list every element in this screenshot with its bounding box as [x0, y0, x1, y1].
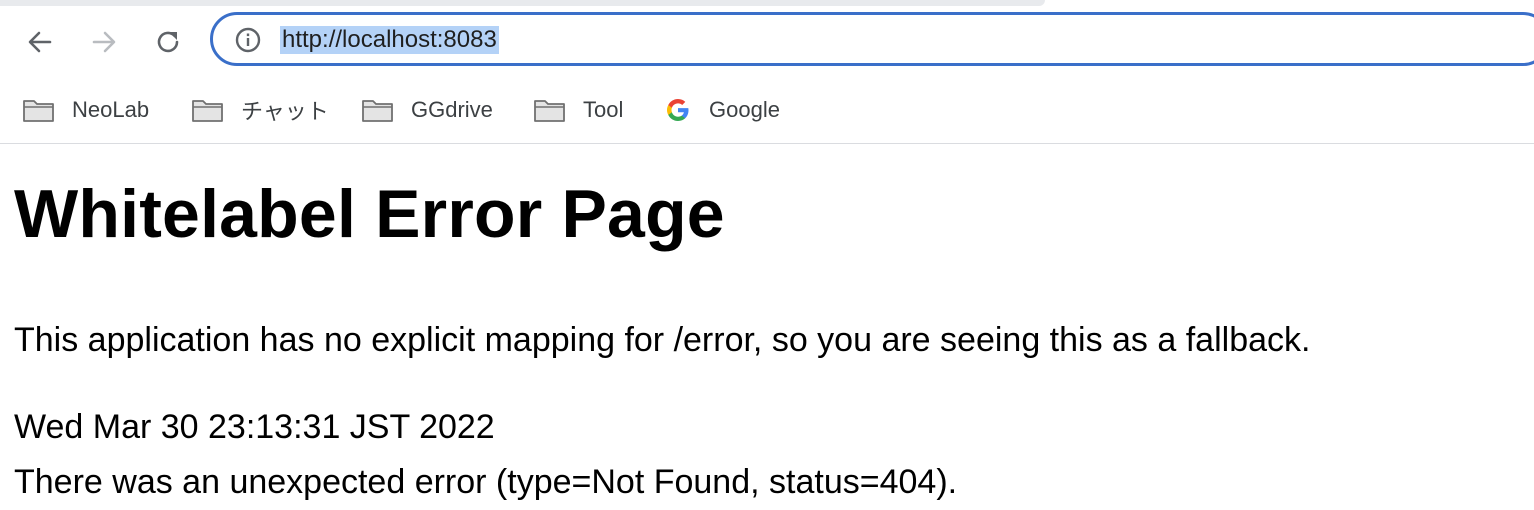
browser-toolbar: http://localhost:8083 [0, 12, 1534, 72]
folder-icon [22, 97, 55, 123]
bookmark-label: チャット [241, 99, 329, 124]
bookmark-google[interactable]: Google [664, 88, 780, 132]
page-content: Whitelabel Error Page This application h… [0, 144, 1534, 510]
bookmark-label: GGdrive [411, 97, 493, 122]
google-icon [664, 96, 692, 124]
bookmarks-bar: NeoLab チャット GGdrive Tool Google [0, 88, 1534, 132]
bookmark-tool[interactable]: Tool [533, 88, 623, 132]
arrow-right-icon [92, 31, 116, 53]
bookmark-ggdrive[interactable]: GGdrive [361, 88, 493, 132]
url-text[interactable]: http://localhost:8083 [280, 26, 499, 54]
folder-icon [191, 97, 224, 123]
page-title: Whitelabel Error Page [14, 176, 725, 252]
bookmark-label: Tool [583, 97, 624, 122]
bookmark-label: Google [709, 97, 780, 122]
bookmark-chat[interactable]: チャット [191, 88, 329, 132]
address-bar[interactable]: http://localhost:8083 [210, 12, 1534, 66]
forward-button[interactable] [84, 22, 124, 62]
bookmark-neolab[interactable]: NeoLab [22, 88, 149, 132]
reload-icon [157, 31, 179, 53]
reload-button[interactable] [148, 22, 188, 62]
info-icon[interactable] [235, 27, 261, 53]
error-timestamp: Wed Mar 30 23:13:31 JST 2022 [14, 408, 495, 446]
arrow-left-icon [28, 31, 52, 53]
back-button[interactable] [20, 22, 60, 62]
error-message: This application has no explicit mapping… [14, 321, 1311, 359]
error-detail: There was an unexpected error (type=Not … [14, 463, 958, 501]
bookmark-label: NeoLab [72, 97, 150, 122]
folder-icon [533, 97, 566, 123]
tab-strip [0, 0, 1045, 6]
browser-chrome: http://localhost:8083 NeoLab チャット GGdriv… [0, 0, 1534, 144]
folder-icon [361, 97, 394, 123]
